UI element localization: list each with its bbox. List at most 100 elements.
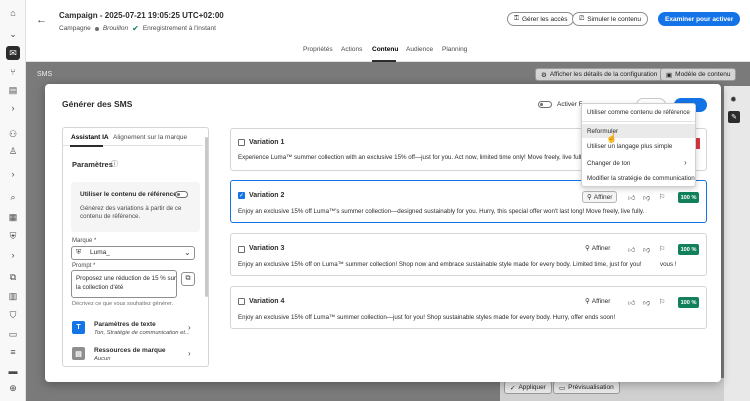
variation-title: Variation 4 [249,298,285,305]
chevron-down-icon[interactable]: ⌄ [6,27,20,41]
simulate-content-button[interactable]: ⎚ Simuler le contenu [572,12,649,26]
menu-divider [582,121,695,122]
thumbs-up-icon[interactable]: 👍︎ [628,245,635,254]
chevron-right-icon[interactable]: › [188,323,191,332]
activate-toggle-label: Activer F [557,101,583,108]
journey-icon[interactable]: ⑂ [6,65,20,79]
tab-schedule[interactable]: Planning [442,46,467,53]
datasets-icon[interactable]: ⛨ [6,229,20,243]
refine-button[interactable]: ⚲ Affiner [585,244,610,253]
text-params-title[interactable]: Paramètres de texte [94,321,156,328]
use-reference-toggle[interactable] [175,191,188,198]
monitoring-icon[interactable]: ▭ [6,327,20,341]
menu-item-simpler-language[interactable]: Utiliser un langage plus simple [587,143,672,150]
ai-wand-icon[interactable]: ✎ [728,111,740,123]
panel-scrollbar[interactable] [205,137,208,297]
schema-icon[interactable]: ⌕ [6,190,20,204]
check-icon: ✓ [510,384,516,392]
info-icon[interactable]: ⓘ [111,159,118,169]
content-template-button[interactable]: ▣ Modèle de contenu [660,68,737,81]
variation-checkbox[interactable] [238,246,245,253]
policies-icon[interactable]: ▥ [6,289,20,303]
preview-icon: ▭ [559,384,566,392]
chevron-right-icon: › [684,158,687,167]
review-activate-button[interactable]: Examiner pour activer [658,12,741,26]
variation-title: Variation 3 [249,245,285,252]
campaign-title: Campaign - 2025-07-21 19:05:25 UTC+02:00 [59,11,224,20]
back-arrow-icon[interactable]: ← [36,14,47,26]
tab-actions[interactable]: Actions [341,46,362,53]
prompt-line-1: Proposez une réduction de 15 % sur [76,275,177,282]
campaign-icon[interactable]: ✉ [6,46,20,60]
chevron-right-icon[interactable]: › [6,167,20,181]
campaign-subtitle: Campagne Brouillon ✔ Enregistrement à l'… [59,24,216,33]
queries-icon[interactable]: › [6,248,20,262]
save-status: Enregistrement à l'instant [142,25,216,32]
brand-resources-title[interactable]: Ressources de marque [94,347,166,354]
left-nav-rail: ⌂ ⌄ ✉ ⑂ ▤ › ⚇ ♙ › ⌕ ▦ ⛨ › ⧉ ▥ ⛉ ▭ ≡ ▬ ⊕ [0,0,26,401]
tab-ai-assistant[interactable]: Assistant IA [71,134,109,141]
refine-button[interactable]: ⚲ Affiner [585,297,610,306]
activate-toggle[interactable] [538,101,552,108]
show-config-button[interactable]: ⚙ Afficher les détails de la configuratio… [535,68,664,81]
tab-brand-alignment[interactable]: Alignement sur la marque [113,134,187,141]
sources-icon[interactable]: ⧉ [6,270,20,284]
audience-icon[interactable]: ⚇ [6,127,20,141]
thumbs-down-icon[interactable]: 👎︎ [643,245,650,254]
thumbs-up-icon[interactable]: 👍︎ [628,193,635,202]
brand-resources-sub: Aucun [94,356,111,362]
list-icon[interactable]: ▬ [6,364,20,378]
prompt-hint: Décrivez ce que vous souhaitez générer. [72,301,174,307]
gear-icon[interactable]: ✹ [730,95,737,104]
campaign-status: Brouillon [102,25,129,32]
preview-button[interactable]: ▭ Prévisualisation [553,381,620,394]
tab-properties[interactable]: Propriétés [303,46,333,53]
tab-audience[interactable]: Audience [406,46,433,53]
variation-card[interactable] [230,233,707,276]
content-icon[interactable]: ▤ [6,83,20,97]
profile-icon[interactable]: ♙ [6,144,20,158]
variation-checkbox-checked[interactable]: ✓ [238,192,245,199]
draft-status-dot [94,26,99,31]
variation-text: Enjoy an exclusive 15% off on Luma™ summ… [238,261,642,268]
manage-access-button[interactable]: ⚿ Gérer les accès [507,12,575,26]
brand-icon: ⛨ [76,249,82,256]
variation-text-tail: vous ! [660,261,677,268]
chevron-right-icon[interactable]: › [188,349,191,358]
flag-icon[interactable]: ⚐ [659,193,665,201]
use-reference-desc-2: contenu de référence. [80,213,141,220]
home-icon[interactable]: ⌂ [6,6,20,20]
refine-icon: ⚲ [585,245,590,252]
stack-icon[interactable]: ≡ [6,345,20,359]
use-reference-title: Utiliser le contenu de référence [80,191,177,198]
variation-checkbox[interactable] [238,139,245,146]
menu-item-change-tone[interactable]: Changer de ton [587,160,630,167]
governance-icon[interactable]: ▦ [6,210,20,224]
flag-icon[interactable]: ⚐ [659,245,665,253]
variation-title: Variation 1 [249,139,285,146]
variation-checkbox[interactable] [238,298,245,305]
thumbs-down-icon[interactable]: 👎︎ [643,193,650,202]
layers-icon[interactable]: ⛉ [6,308,20,322]
chevron-right-icon[interactable]: › [6,101,20,115]
thumbs-down-icon[interactable]: 👎︎ [643,298,650,307]
brand-score-badge: 100 % [678,192,699,203]
tab-content[interactable]: Contenu [372,46,398,53]
apply-button[interactable]: ✓ Appliquer [504,381,552,394]
menu-item-use-as-reference[interactable]: Utiliser comme contenu de référence [587,109,690,116]
prompt-library-icon[interactable]: ⧉ [181,272,195,286]
text-params-sub: Ton, Stratégie de communication et... [94,330,190,336]
key-icon: ⚿ [514,15,519,22]
flag-icon[interactable]: ⚐ [659,298,665,306]
refine-button[interactable]: ⚲ Affiner [582,191,618,203]
globe-icon[interactable]: ⊕ [6,381,20,395]
thumbs-up-icon[interactable]: 👍︎ [628,298,635,307]
variation-card[interactable] [230,286,707,329]
refine-icon: ⚲ [587,194,592,201]
channel-label: SMS [37,71,53,78]
variation-text: Enjoy an exclusive 15% off Luma™'s summe… [238,208,645,215]
prompt-line-2: la collection d'été [76,284,124,291]
mouse-cursor-icon: ☝ [606,133,618,143]
variation-text: Experience Luma™ summer collection with … [238,154,586,161]
menu-item-change-strategy[interactable]: Modifier la stratégie de communication [587,175,695,182]
